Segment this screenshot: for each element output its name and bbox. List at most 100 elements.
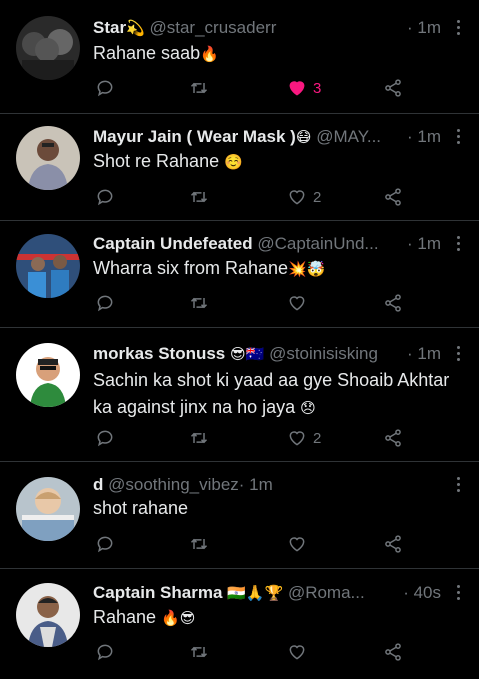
text-emoji: 🔥😎 bbox=[161, 609, 196, 627]
reply-icon bbox=[97, 536, 113, 553]
share-icon bbox=[385, 429, 401, 447]
heart-icon bbox=[289, 537, 305, 552]
retweet-button[interactable] bbox=[189, 640, 209, 664]
share-icon bbox=[385, 188, 401, 206]
tweet-item[interactable]: Star💫 @star_crusaderr · 1m Rahane saab🔥 … bbox=[0, 0, 479, 114]
display-name[interactable]: morkas Stonuss bbox=[93, 344, 225, 363]
tweet-text: Sachin ka shot ki yaad aa gye Shoaib Akh… bbox=[93, 370, 450, 417]
tweet-header: morkas Stonuss 😎🇦🇺 @stoinisisking bbox=[93, 342, 439, 366]
share-button[interactable] bbox=[383, 426, 403, 450]
avatar[interactable] bbox=[16, 583, 80, 647]
display-name[interactable]: d bbox=[93, 475, 103, 494]
more-icon[interactable] bbox=[457, 346, 461, 362]
timestamp[interactable]: · 1m bbox=[403, 232, 441, 256]
tweet-actions bbox=[93, 640, 423, 664]
tweet-header: Captain Sharma 🇮🇳🙏🏆 @Roma... bbox=[93, 581, 439, 605]
text-emoji: 💥🤯 bbox=[288, 260, 326, 278]
user-handle[interactable]: @MAY... bbox=[316, 127, 381, 146]
tweet-actions bbox=[93, 291, 423, 315]
display-name[interactable]: Captain Sharma bbox=[93, 583, 222, 602]
like-count: 2 bbox=[313, 188, 322, 206]
avatar[interactable] bbox=[16, 126, 80, 190]
more-icon[interactable] bbox=[457, 236, 461, 252]
retweet-button[interactable] bbox=[189, 76, 209, 100]
tweet-actions: 2 bbox=[93, 426, 423, 450]
user-handle[interactable]: @star_crusaderr bbox=[150, 18, 277, 37]
reply-icon bbox=[97, 189, 113, 206]
retweet-icon bbox=[190, 297, 208, 309]
share-button[interactable] bbox=[383, 640, 403, 664]
retweet-button[interactable] bbox=[189, 291, 209, 315]
retweet-icon bbox=[190, 191, 208, 203]
more-icon[interactable] bbox=[457, 129, 461, 145]
reply-button[interactable] bbox=[95, 532, 115, 556]
avatar[interactable] bbox=[16, 477, 80, 541]
name-emoji: 💫 bbox=[126, 19, 145, 37]
share-icon bbox=[385, 79, 401, 97]
tweet-item[interactable]: Captain Undefeated @CaptainUnd... · 1m W… bbox=[0, 221, 479, 328]
share-icon bbox=[385, 643, 401, 661]
avatar[interactable] bbox=[16, 16, 80, 80]
tweet-item[interactable]: d @soothing_vibez· 1m shot rahane bbox=[0, 462, 479, 569]
tweet-header: d @soothing_vibez· 1m bbox=[93, 473, 439, 497]
timestamp[interactable]: · 1m bbox=[403, 342, 441, 366]
tweet-text: Shot re Rahane ☺️ bbox=[93, 151, 243, 171]
tweet-item[interactable]: Mayur Jain ( Wear Mask )😷 @MAY... · 1m S… bbox=[0, 114, 479, 221]
display-name[interactable]: Star bbox=[93, 18, 126, 37]
like-button[interactable] bbox=[287, 532, 313, 556]
name-emoji: 😷 bbox=[295, 128, 312, 146]
more-icon[interactable] bbox=[457, 477, 461, 493]
tweet-text: shot rahane bbox=[93, 498, 189, 518]
name-emoji: 😎🇦🇺 bbox=[230, 345, 265, 363]
retweet-button[interactable] bbox=[189, 185, 209, 209]
reply-button[interactable] bbox=[95, 185, 115, 209]
tweet-item[interactable]: morkas Stonuss 😎🇦🇺 @stoinisisking · 1m S… bbox=[0, 328, 479, 462]
heart-icon bbox=[289, 431, 305, 446]
share-button[interactable] bbox=[383, 291, 403, 315]
tweet-actions bbox=[93, 532, 423, 556]
tweet-actions: 2 bbox=[93, 185, 423, 209]
heart-icon bbox=[289, 645, 305, 660]
user-handle[interactable]: @stoinisisking bbox=[269, 344, 378, 363]
more-icon[interactable] bbox=[457, 20, 461, 36]
retweet-button[interactable] bbox=[189, 532, 209, 556]
like-button[interactable] bbox=[287, 640, 313, 664]
like-button[interactable]: 3 bbox=[287, 76, 321, 100]
tweet-header: Mayur Jain ( Wear Mask )😷 @MAY... bbox=[93, 125, 439, 149]
avatar[interactable] bbox=[16, 343, 80, 407]
more-icon[interactable] bbox=[457, 585, 461, 601]
user-handle[interactable]: @soothing_vibez bbox=[108, 475, 239, 494]
timestamp[interactable]: · 1m bbox=[239, 475, 273, 494]
like-button[interactable] bbox=[287, 291, 313, 315]
tweet-item[interactable]: Captain Sharma 🇮🇳🙏🏆 @Roma... · 40s Rahan… bbox=[0, 569, 479, 679]
share-button[interactable] bbox=[383, 532, 403, 556]
retweet-icon bbox=[190, 432, 208, 444]
reply-button[interactable] bbox=[95, 291, 115, 315]
tweet-text: Rahane 🔥😎 bbox=[93, 607, 196, 627]
name-emoji: 🇮🇳🙏🏆 bbox=[227, 584, 284, 602]
heart-icon bbox=[289, 81, 305, 96]
user-handle[interactable]: @CaptainUnd... bbox=[257, 234, 378, 253]
text-emoji: ☺️ bbox=[224, 153, 243, 171]
share-button[interactable] bbox=[383, 76, 403, 100]
reply-button[interactable] bbox=[95, 640, 115, 664]
user-handle[interactable]: @Roma... bbox=[288, 583, 365, 602]
share-button[interactable] bbox=[383, 185, 403, 209]
tweet-header: Captain Undefeated @CaptainUnd... bbox=[93, 232, 439, 256]
heart-icon bbox=[289, 190, 305, 205]
timestamp[interactable]: · 40s bbox=[399, 581, 441, 605]
like-button[interactable]: 2 bbox=[287, 426, 321, 450]
display-name[interactable]: Mayur Jain ( Wear Mask ) bbox=[93, 127, 296, 146]
timestamp[interactable]: · 1m bbox=[403, 125, 441, 149]
avatar[interactable] bbox=[16, 234, 80, 298]
tweet-header: Star💫 @star_crusaderr bbox=[93, 16, 439, 40]
like-button[interactable]: 2 bbox=[287, 185, 321, 209]
text-emoji: 😞 bbox=[300, 399, 316, 417]
retweet-button[interactable] bbox=[189, 426, 209, 450]
reply-button[interactable] bbox=[95, 76, 115, 100]
timestamp[interactable]: · 1m bbox=[403, 16, 441, 40]
display-name[interactable]: Captain Undefeated bbox=[93, 234, 253, 253]
reply-icon bbox=[97, 80, 113, 97]
reply-button[interactable] bbox=[95, 426, 115, 450]
retweet-icon bbox=[190, 82, 208, 94]
